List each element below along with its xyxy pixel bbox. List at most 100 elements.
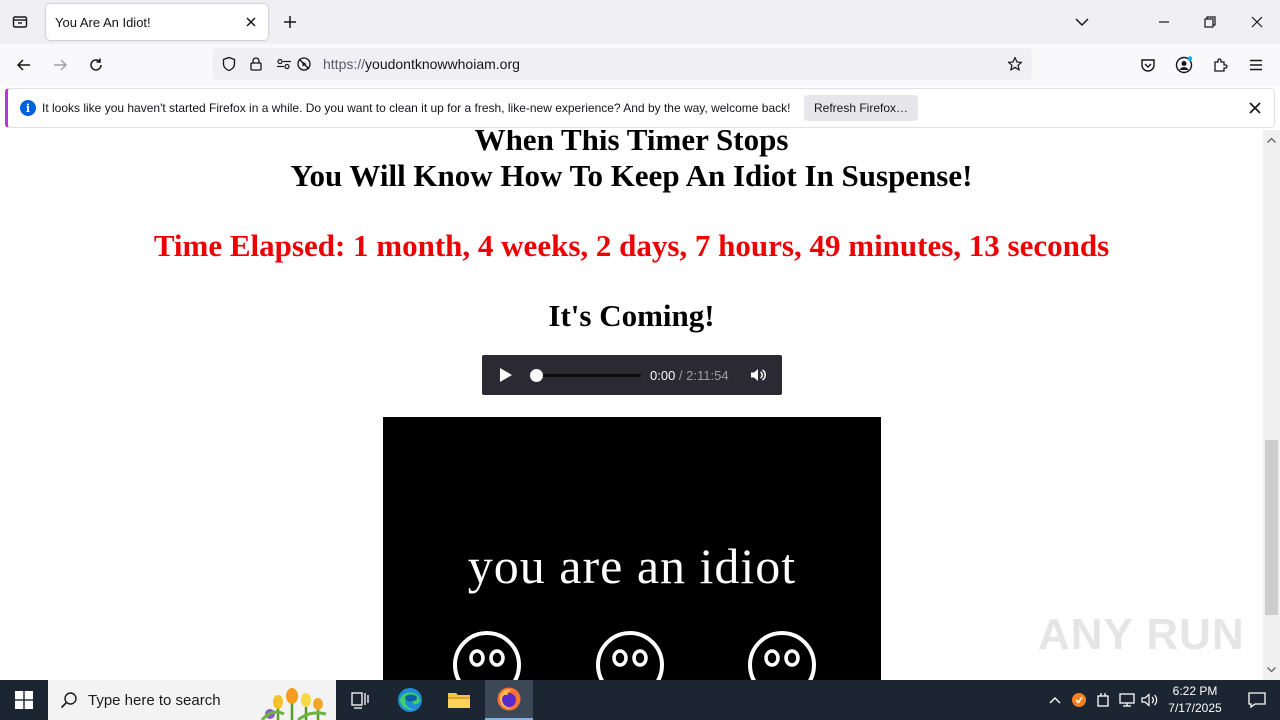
reload-icon (90, 58, 102, 71)
autoplay-blocked-icon[interactable] (295, 55, 313, 73)
task-view-button[interactable] (336, 680, 384, 720)
permissions-sliders-icon (277, 58, 291, 70)
edge-icon (398, 688, 422, 712)
arrow-left-icon (16, 59, 30, 71)
show-hidden-icons-button[interactable] (1045, 690, 1065, 710)
idiot-video[interactable]: you are an idiot (383, 417, 881, 680)
lock-icon (250, 57, 262, 71)
restore-icon (1204, 16, 1216, 28)
minimize-icon (1159, 21, 1169, 23)
notification-message: It looks like you haven't started Firefo… (42, 101, 791, 115)
audio-player: 0:00 / 2:11:54 (482, 355, 782, 395)
speaker-icon (1141, 693, 1158, 707)
pocket-icon (1141, 59, 1155, 72)
back-button[interactable] (9, 50, 39, 80)
bookmark-star-button[interactable] (1006, 55, 1024, 73)
windows-taskbar: Type here to search 6:22 PM 7/17/2025 (0, 680, 1280, 720)
chevron-down-icon (1267, 667, 1276, 673)
account-icon (1175, 56, 1193, 74)
url-host: youdontknowwhoiam.org (365, 56, 520, 72)
heading-timer-stops: When This Timer Stops (474, 130, 789, 157)
close-icon (1251, 16, 1263, 28)
video-caption: you are an idiot (467, 538, 797, 594)
chevron-down-icon (1075, 18, 1089, 27)
firefox-icon (497, 687, 521, 711)
forward-button[interactable] (45, 50, 75, 80)
tab-active[interactable]: You Are An Idiot! (46, 4, 268, 40)
action-center-button[interactable] (1234, 680, 1280, 720)
list-all-tabs-button[interactable] (1068, 8, 1096, 36)
antivirus-tray-icon (1072, 693, 1086, 707)
taskbar-file-explorer[interactable] (435, 680, 483, 720)
pocket-button[interactable] (1133, 50, 1163, 80)
site-security-icon[interactable] (247, 55, 265, 73)
info-icon: i (20, 100, 36, 116)
shield-icon (222, 56, 236, 72)
plus-icon (284, 16, 296, 28)
search-placeholder: Type here to search (88, 692, 221, 709)
clock-date: 7/17/2025 (1168, 701, 1222, 715)
heading-coming: It's Coming! (548, 298, 715, 333)
account-button[interactable] (1169, 50, 1199, 80)
refresh-firefox-notification: i It looks like you haven't started Fire… (5, 88, 1275, 128)
hamburger-menu-icon (1250, 59, 1262, 71)
chevron-up-icon (1267, 137, 1276, 143)
refresh-firefox-button[interactable]: Refresh Firefox… (804, 95, 918, 121)
autoplay-blocked-icon (297, 57, 311, 71)
audio-duration: / 2:11:54 (675, 368, 729, 383)
firefox-view-button[interactable] (6, 8, 34, 36)
navigation-toolbar: https://youdontknowwhoiam.org (0, 44, 1280, 86)
audio-mute-button[interactable] (748, 365, 768, 385)
url-text[interactable]: https://youdontknowwhoiam.org (323, 56, 520, 72)
elapsed-timer: Time Elapsed: 1 month, 4 weeks, 2 days, … (153, 228, 1110, 263)
taskbar-edge[interactable] (386, 680, 434, 720)
network-icon (1119, 693, 1135, 707)
start-button[interactable] (0, 680, 48, 720)
tab-close-button[interactable] (240, 11, 262, 33)
permissions-icon[interactable] (275, 55, 293, 73)
tab-title: You Are An Idiot! (55, 14, 151, 30)
scrollbar-thumb[interactable] (1265, 440, 1278, 615)
close-icon (1249, 102, 1261, 114)
window-close-button[interactable] (1234, 0, 1280, 44)
audio-seek-track[interactable] (536, 374, 641, 377)
close-icon (246, 17, 256, 27)
tracking-protection-icon[interactable] (220, 55, 238, 73)
system-clock[interactable]: 6:22 PM 7/17/2025 (1160, 683, 1230, 717)
tray-app-icon[interactable] (1069, 690, 1089, 710)
firefox-view-icon (12, 16, 28, 28)
url-bar[interactable]: https://youdontknowwhoiam.org (213, 48, 1032, 80)
app-menu-button[interactable] (1241, 50, 1271, 80)
restore-button[interactable] (1187, 0, 1233, 44)
notification-close-button[interactable] (1244, 97, 1266, 119)
network-button[interactable] (1117, 690, 1137, 710)
url-protocol: https:// (323, 56, 366, 72)
play-icon (500, 368, 512, 382)
arrow-right-icon (54, 59, 68, 71)
anyrun-watermark: ANY RUN (1038, 610, 1245, 659)
extensions-button[interactable] (1205, 50, 1235, 80)
smiley-face-icon (453, 631, 521, 680)
smiley-face-icon (748, 631, 816, 680)
clock-time: 6:22 PM (1172, 684, 1218, 698)
taskbar-firefox[interactable] (485, 680, 533, 720)
device-tray-icon (1097, 693, 1109, 707)
page-content: When This Timer Stops You Will Know How … (0, 130, 1263, 680)
volume-button[interactable] (1140, 690, 1160, 710)
chevron-up-icon (1049, 697, 1061, 704)
star-icon (1007, 56, 1023, 71)
tab-strip: You Are An Idiot! (0, 0, 1280, 44)
search-icon (60, 692, 77, 709)
scroll-up-button[interactable] (1263, 130, 1280, 150)
audio-seek-thumb[interactable] (530, 369, 543, 382)
minimize-button[interactable] (1141, 0, 1187, 44)
windows-logo-icon (15, 691, 33, 709)
page-scrollbar[interactable] (1263, 130, 1280, 680)
tray-device-icon[interactable] (1093, 690, 1113, 710)
scroll-down-button[interactable] (1263, 660, 1280, 680)
taskbar-search-box[interactable]: Type here to search (48, 680, 336, 720)
reload-button[interactable] (81, 50, 111, 80)
audio-play-button[interactable] (496, 366, 516, 384)
new-tab-button[interactable] (278, 8, 302, 36)
puzzle-icon (1214, 58, 1228, 72)
